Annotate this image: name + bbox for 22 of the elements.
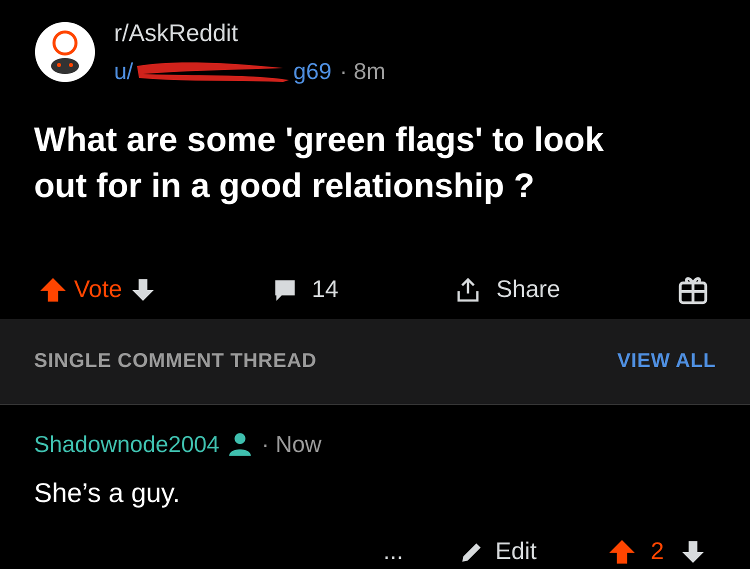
person-icon [227, 430, 254, 457]
downvote-icon[interactable] [680, 538, 706, 564]
post-title: What are some 'green flags' to look out for in a good relationship ? [33, 120, 605, 206]
username-end[interactable]: g69 [293, 54, 332, 88]
vote-label: Vote [74, 274, 122, 304]
view-all-link[interactable]: VIEW ALL [617, 346, 716, 376]
edit-button[interactable]: Edit [495, 534, 537, 569]
username-start[interactable]: u/ [114, 54, 134, 88]
downvote-icon[interactable] [130, 276, 156, 302]
comment-time: · Now [261, 430, 322, 458]
comment-body: She’s a guy. [34, 477, 182, 510]
upvote-icon[interactable] [40, 276, 66, 302]
avatar-icon [34, 21, 96, 84]
upvote-icon[interactable] [608, 538, 635, 564]
share-button[interactable]: Share [496, 272, 560, 308]
comment-score: 2 [650, 536, 664, 566]
post-time: · 8m [340, 57, 386, 86]
section-heading: SINGLE COMMENT THREAD [34, 349, 317, 374]
comment-author[interactable]: Shadownode2004 [34, 426, 220, 461]
more-button[interactable]: ... [383, 534, 404, 569]
subreddit-name[interactable]: r/AskReddit [114, 16, 386, 52]
comment-count: 14 [312, 274, 338, 304]
